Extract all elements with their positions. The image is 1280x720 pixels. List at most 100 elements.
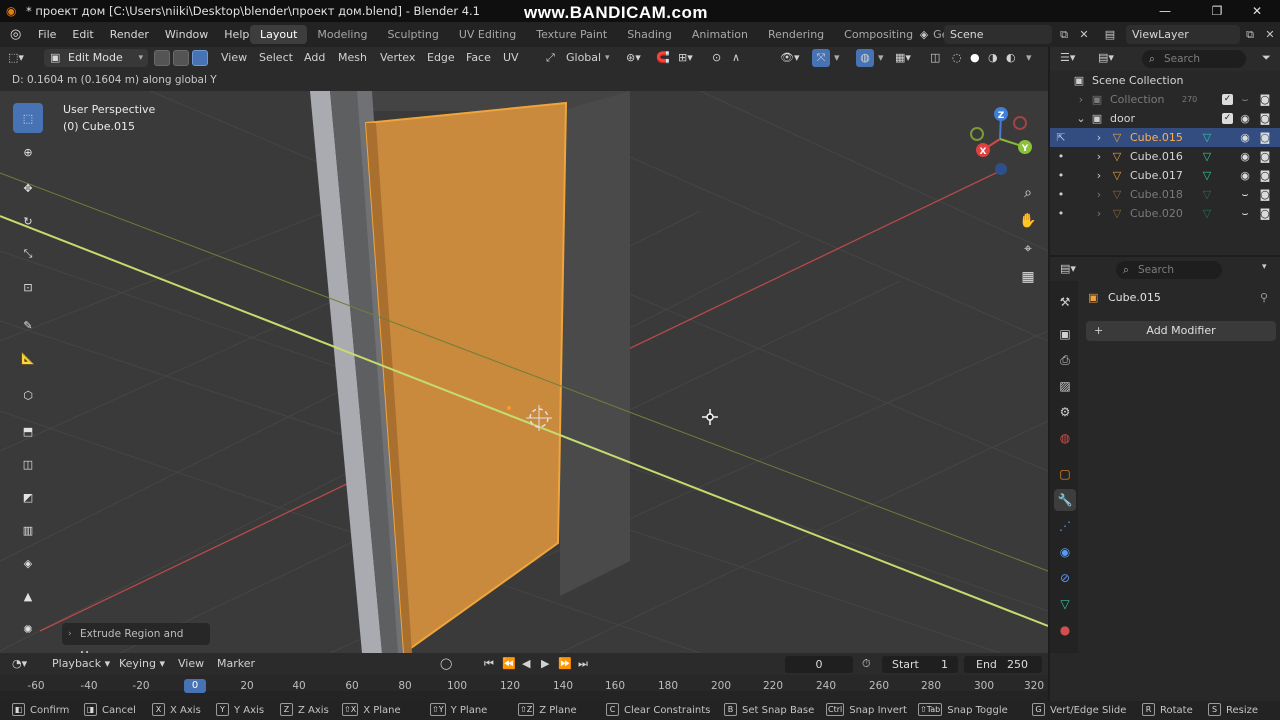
dot-icon[interactable]: • bbox=[1054, 166, 1068, 185]
editor-type-icon[interactable]: ◔▾ bbox=[12, 653, 27, 675]
play-reverse-icon[interactable]: ◀ bbox=[522, 653, 530, 675]
dot-icon[interactable]: • bbox=[1054, 185, 1068, 204]
editor-type-icon[interactable]: ▤▾ bbox=[1060, 262, 1076, 275]
editor-type-icon[interactable]: ⬚▾ bbox=[8, 49, 38, 67]
chevron-right-icon[interactable]: › bbox=[1092, 204, 1106, 223]
end-frame-field[interactable]: End 250 bbox=[964, 656, 1042, 673]
menu-add[interactable]: Add bbox=[304, 49, 325, 67]
eye-icon[interactable]: ◉ bbox=[1238, 166, 1252, 185]
pivot-point-icon[interactable]: ⊛▾ bbox=[626, 49, 641, 67]
measure-tool[interactable]: 📐 bbox=[10, 343, 46, 373]
rotate-tool[interactable]: ↻ bbox=[10, 206, 46, 236]
navigation-gizmo[interactable]: Z X Y bbox=[960, 103, 1040, 179]
gizmo-toggle-icon[interactable]: ⤧ bbox=[812, 49, 830, 67]
camera-view-icon[interactable]: ⌖ bbox=[1015, 236, 1041, 262]
exclude-checkbox[interactable]: ✓ bbox=[1222, 113, 1233, 124]
add-modifier-button[interactable]: + Add Modifier bbox=[1086, 321, 1276, 341]
outliner-row-cube-017[interactable]: • › ▽ Cube.017 ▽ ◉ ◙ bbox=[1050, 166, 1280, 185]
constraints-tab-icon[interactable]: ⊘ bbox=[1054, 567, 1076, 589]
outliner-row-cube-015[interactable]: ⇱ › ▽ Cube.015 ▽ ◉ ◙ bbox=[1050, 128, 1280, 147]
menu-playback[interactable]: Playback ▾ bbox=[52, 653, 110, 675]
menu-vertex[interactable]: Vertex bbox=[380, 49, 415, 67]
render-camera-icon[interactable]: ◙ bbox=[1258, 128, 1272, 147]
transform-tool[interactable]: ⊡ bbox=[10, 272, 46, 302]
move-tool[interactable]: ✥ bbox=[10, 173, 46, 203]
mesh-data-icon[interactable]: ▽ bbox=[1200, 204, 1214, 223]
inset-tool[interactable]: ◫ bbox=[10, 449, 46, 479]
mesh-data-icon[interactable]: ▽ bbox=[1200, 128, 1214, 147]
eye-icon[interactable]: ◉ bbox=[1238, 128, 1252, 147]
material-tab-icon[interactable]: ● bbox=[1054, 619, 1076, 641]
jump-end-icon[interactable]: ⏭ bbox=[578, 653, 588, 675]
scene-field[interactable]: Scene bbox=[944, 25, 1052, 44]
render-camera-icon[interactable]: ◙ bbox=[1258, 109, 1272, 128]
gizmo-neg-x[interactable] bbox=[1013, 116, 1027, 130]
render-camera-icon[interactable]: ◙ bbox=[1258, 204, 1272, 223]
start-frame-field[interactable]: Start 1 bbox=[882, 656, 958, 673]
menu-file[interactable]: File bbox=[30, 28, 64, 41]
render-camera-icon[interactable]: ◙ bbox=[1258, 185, 1272, 204]
menu-window[interactable]: Window bbox=[157, 28, 216, 41]
chevron-right-icon[interactable]: › bbox=[1092, 128, 1106, 147]
mesh-data-icon[interactable]: ▽ bbox=[1200, 185, 1214, 204]
viewport-scene[interactable] bbox=[0, 91, 1048, 653]
mesh-data-icon[interactable]: ▽ bbox=[1200, 166, 1214, 185]
menu-face[interactable]: Face bbox=[466, 49, 491, 67]
menu-timeline-view[interactable]: View bbox=[178, 653, 204, 675]
editor-type-icon[interactable]: ☰▾ bbox=[1060, 51, 1075, 64]
properties-search-input[interactable]: ⌕ Search bbox=[1116, 261, 1222, 279]
exclude-checkbox[interactable]: ✓ bbox=[1222, 94, 1233, 105]
current-frame-indicator[interactable]: 0 bbox=[184, 679, 206, 693]
tab-texture-paint[interactable]: Texture Paint bbox=[526, 25, 617, 44]
filter-icon[interactable]: ⏷ bbox=[1262, 51, 1271, 65]
transform-orientation-value[interactable]: Global bbox=[566, 49, 601, 67]
stopwatch-icon[interactable]: ⏱ bbox=[862, 653, 871, 675]
render-camera-icon[interactable]: ◙ bbox=[1258, 166, 1272, 185]
menu-marker[interactable]: Marker bbox=[217, 653, 255, 675]
overlay-toggle-icon[interactable]: ◍ bbox=[856, 49, 874, 67]
menu-edge[interactable]: Edge bbox=[427, 49, 455, 67]
view-layer-tab-icon[interactable]: ▨ bbox=[1054, 375, 1076, 397]
tab-modeling[interactable]: Modeling bbox=[307, 25, 377, 44]
hide-icon[interactable]: ⌣ bbox=[1238, 90, 1252, 109]
timeline-ruler[interactable]: -60 -40 -20 0 20 40 60 80 100 120 140 16… bbox=[0, 675, 1048, 701]
mesh-data-tab-icon[interactable]: ▽ bbox=[1054, 593, 1076, 615]
dot-icon[interactable]: • bbox=[1054, 147, 1068, 166]
menu-view[interactable]: View bbox=[221, 49, 247, 67]
falloff-icon[interactable]: ∧ bbox=[732, 49, 740, 67]
delete-view-layer-icon[interactable]: ✕ bbox=[1260, 25, 1280, 44]
tab-rendering[interactable]: Rendering bbox=[758, 25, 834, 44]
scene-selector-icon[interactable]: ◈ bbox=[914, 25, 934, 44]
knife-tool[interactable]: ◈ bbox=[10, 548, 46, 578]
display-mode-icon[interactable]: ▤▾ bbox=[1098, 51, 1114, 64]
menu-edit[interactable]: Edit bbox=[64, 28, 101, 41]
menu-select[interactable]: Select bbox=[259, 49, 293, 67]
eye-icon[interactable]: ◉ bbox=[1238, 147, 1252, 166]
3d-viewport[interactable]: ⬚▾ ▣ Edit Mode ▾ View Select Add Mesh Ve… bbox=[0, 47, 1048, 653]
tab-animation[interactable]: Animation bbox=[682, 25, 758, 44]
snap-icon[interactable]: 🧲 bbox=[656, 49, 670, 67]
gizmo-neg-z[interactable] bbox=[995, 163, 1007, 175]
minimize-icon[interactable]: — bbox=[1142, 0, 1188, 22]
view-layer-field[interactable]: ViewLayer bbox=[1126, 25, 1240, 44]
vertex-select-button[interactable] bbox=[154, 50, 170, 66]
edge-select-button[interactable] bbox=[173, 50, 189, 66]
blender-logo-icon[interactable]: ◎ bbox=[10, 27, 30, 42]
chevron-down-icon[interactable]: ⌄ bbox=[1074, 109, 1088, 128]
tab-shading[interactable]: Shading bbox=[617, 25, 682, 44]
face-select-button[interactable] bbox=[192, 50, 208, 66]
proportional-editing-icon[interactable]: ⊙ bbox=[712, 49, 721, 67]
jump-keyframe-back-icon[interactable]: ⏪ bbox=[502, 653, 516, 675]
outliner-search-input[interactable]: ⌕ Search bbox=[1142, 50, 1246, 68]
chevron-right-icon[interactable]: › bbox=[1092, 185, 1106, 204]
add-cube-tool[interactable]: ⬡ bbox=[10, 380, 46, 410]
loop-cut-tool[interactable]: ▥ bbox=[10, 515, 46, 545]
bevel-tool[interactable]: ◩ bbox=[10, 482, 46, 512]
scene-tab-icon[interactable]: ⚙ bbox=[1054, 401, 1076, 423]
world-tab-icon[interactable]: ◍ bbox=[1054, 427, 1076, 449]
new-view-layer-icon[interactable]: ⧉ bbox=[1240, 25, 1260, 44]
outliner-scene-collection[interactable]: ▣ Scene Collection bbox=[1050, 71, 1280, 90]
chevron-right-icon[interactable]: › bbox=[1074, 90, 1088, 109]
material-shading-icon[interactable]: ◑ bbox=[988, 49, 998, 67]
outliner-row-door[interactable]: ⌄ ▣ door ✓ ◉ ◙ bbox=[1050, 109, 1280, 128]
